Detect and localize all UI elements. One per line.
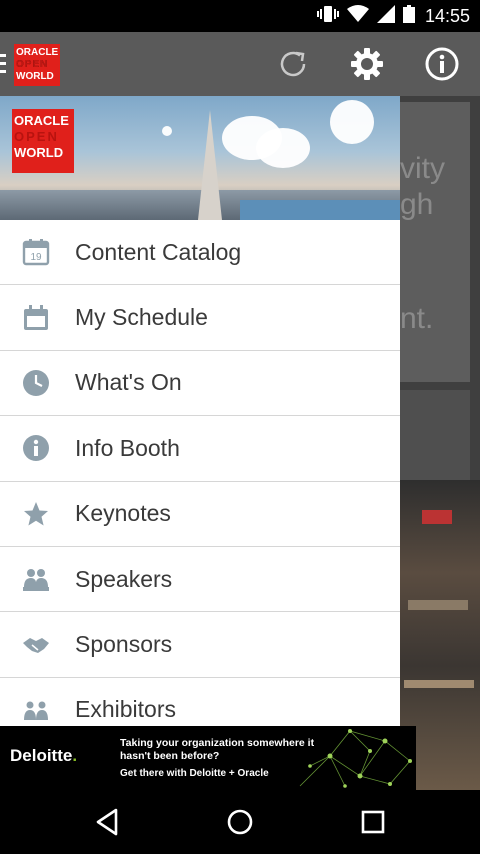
menu-item-my-schedule[interactable]: My Schedule (0, 285, 400, 351)
ad-brand-text: Deloitte (10, 746, 73, 765)
menu-item-label: Speakers (75, 565, 173, 592)
drawer-logo-line-1: ORACLE (14, 113, 69, 128)
drawer-menu: 19 Content Catalog My Schedule What's On… (0, 220, 400, 744)
recent-apps-icon[interactable] (357, 806, 389, 838)
app-logo: ORACLE OPEN WORLD (14, 44, 60, 86)
bay-water (240, 200, 400, 220)
background-panel (400, 102, 470, 382)
home-icon[interactable] (224, 806, 256, 838)
menu-item-label: Keynotes (75, 500, 171, 527)
drawer-logo-line-2: OPEN (14, 129, 59, 144)
drawer-logo: ORACLE OPEN WORLD (12, 109, 74, 173)
back-icon[interactable] (92, 806, 124, 838)
svg-text:19: 19 (30, 252, 42, 263)
ad-banner[interactable]: Deloitte. Taking your organization somew… (0, 726, 416, 790)
calendar-icon (21, 303, 51, 333)
menu-item-info-booth[interactable]: Info Booth (0, 416, 400, 482)
menu-item-content-catalog[interactable]: 19 Content Catalog (0, 220, 400, 286)
menu-item-label: What's On (75, 369, 182, 396)
vibrate-icon (316, 5, 339, 28)
calendar-19-icon: 19 (21, 237, 51, 267)
background-text-line: nt. (400, 302, 434, 335)
app-logo-line-2: OPEN (16, 59, 49, 70)
wifi-icon (346, 4, 369, 28)
cloud-shape (162, 126, 172, 136)
app-logo-line-3: WORLD (16, 71, 54, 82)
status-icons: 14:55 (316, 0, 470, 32)
app-bar: ORACLE OPEN WORLD (0, 32, 480, 96)
status-time: 14:55 (424, 5, 470, 26)
exhibitors-icon (21, 695, 51, 725)
menu-item-label: My Schedule (75, 304, 208, 331)
refresh-icon[interactable] (275, 46, 311, 82)
signal-icon (376, 4, 395, 28)
menu-item-sponsors[interactable]: Sponsors (0, 612, 400, 678)
cloud-shape (256, 128, 310, 168)
menu-item-keynotes[interactable]: Keynotes (0, 481, 400, 547)
menu-item-whats-on[interactable]: What's On (0, 350, 400, 417)
ad-brand-logo: Deloitte. (10, 746, 77, 766)
clock-icon (21, 368, 51, 398)
ad-subline: Get there with Deloitte + Oracle (120, 768, 269, 779)
drawer-header-image: ORACLE OPEN WORLD (0, 96, 400, 220)
background-text-line: vity (400, 152, 445, 185)
menu-item-label: Info Booth (75, 434, 180, 461)
star-icon (21, 499, 51, 529)
battery-icon (402, 4, 415, 28)
speakers-icon (21, 564, 51, 594)
drawer-logo-line-3: WORLD (14, 145, 64, 160)
menu-item-speakers[interactable]: Speakers (0, 546, 400, 613)
menu-item-label: Content Catalog (75, 238, 242, 265)
status-bar: 14:55 (0, 0, 480, 32)
background-panel (400, 390, 470, 480)
info-icon[interactable] (424, 46, 460, 82)
system-nav-bar (0, 790, 480, 854)
hamburger-menu-icon[interactable] (0, 54, 8, 74)
menu-item-label: Sponsors (75, 631, 173, 658)
ad-brand-dot: . (72, 746, 78, 765)
info-icon (21, 433, 51, 463)
cloud-shape (330, 100, 374, 144)
menu-item-label: Exhibitors (75, 696, 176, 723)
background-content: vity gh nt. (400, 96, 480, 790)
settings-gear-icon[interactable] (349, 46, 385, 82)
navigation-drawer: ORACLE OPEN WORLD 19 Content Catalog My … (0, 96, 400, 790)
handshake-icon (21, 630, 51, 660)
network-graphic-icon (299, 729, 412, 788)
app-logo-line-1: ORACLE (16, 47, 59, 58)
background-text-line: gh (400, 188, 434, 221)
pyramid-tower (198, 110, 222, 220)
